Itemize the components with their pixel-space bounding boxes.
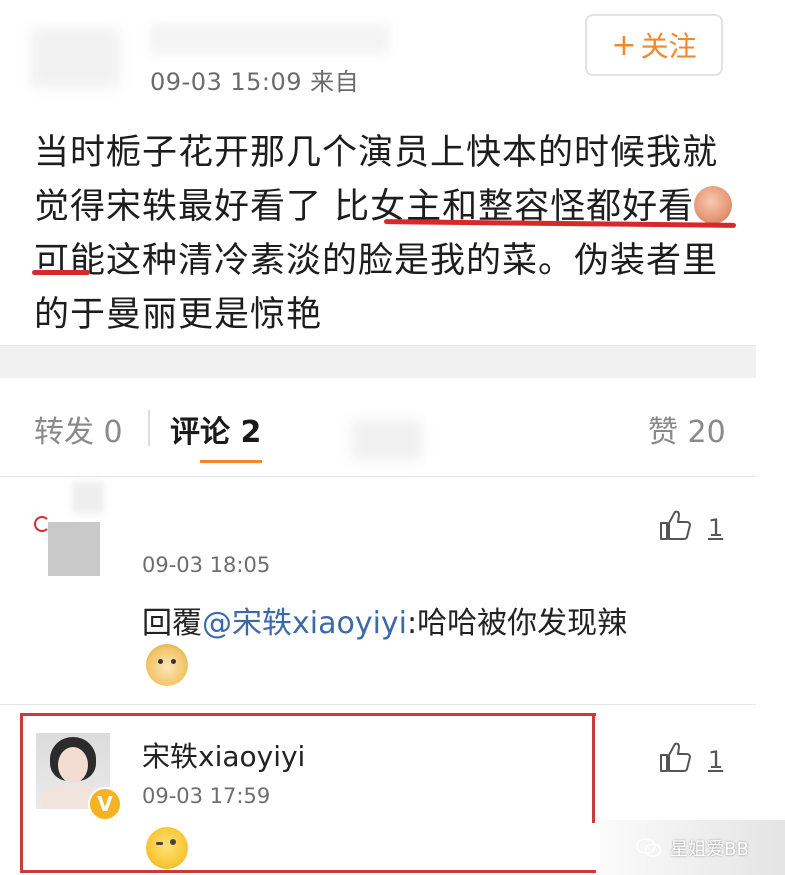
post-text: 当时栀子花开那几个演员上快本的时候我就觉得宋轶最好看了 比女主和整容怪都好看可能… — [34, 126, 734, 342]
red-underline-mark — [32, 270, 90, 275]
tab-separator — [148, 410, 150, 446]
watermark: 星姐爱BB — [600, 820, 785, 875]
watermark-text: 星姐爱BB — [670, 838, 749, 860]
like-count[interactable]: 1 — [708, 514, 723, 542]
tab-repost[interactable]: 转发 0 — [34, 407, 123, 451]
comment-time: 09-03 18:05 — [142, 553, 271, 577]
wink-emoji-icon — [146, 827, 188, 869]
highlight-box-edge — [592, 713, 595, 823]
tab-like[interactable]: 赞 20 — [648, 407, 726, 451]
commenter-name[interactable]: 宋轶xiaoyiyi — [142, 735, 305, 775]
comment-time: 09-03 17:59 — [142, 784, 271, 808]
blurred-area — [352, 420, 422, 460]
tab-comment[interactable]: 评论 2 — [170, 407, 261, 451]
blush-emoji-icon — [694, 186, 733, 224]
post-meta: 09-03 15:09 来自 — [150, 68, 360, 96]
divider — [0, 476, 756, 477]
section-divider — [0, 345, 756, 378]
reply-text: :哈哈被你发现辣 — [407, 606, 628, 641]
reply-prefix: 回覆 — [142, 606, 202, 641]
post-text-part1: 当时栀子花开那几个演员上快本的时候我就觉得宋轶最好看了 比女主和整容怪都好看 — [34, 133, 719, 227]
thumbs-up-icon[interactable] — [658, 740, 692, 774]
avatar-face — [58, 747, 88, 783]
plus-icon: + — [611, 27, 637, 63]
divider — [0, 704, 756, 705]
avatar[interactable] — [48, 522, 100, 576]
doge-emoji-icon — [146, 644, 188, 686]
active-tab-indicator — [200, 460, 262, 463]
mention-link[interactable]: @宋轶xiaoyiyi — [202, 606, 407, 641]
thumbs-up-icon[interactable] — [658, 508, 692, 542]
blurred-avatar — [30, 28, 120, 88]
follow-button[interactable]: + 关注 — [585, 14, 723, 76]
blurred-username — [150, 24, 390, 54]
verified-badge-icon: V — [88, 787, 122, 821]
wechat-icon — [636, 837, 662, 857]
follow-label: 关注 — [640, 30, 697, 63]
blurred-area — [72, 482, 104, 514]
post-text-part2: 可能这种清冷素淡的脸是我的菜。伪装者里的于曼丽更是惊艳 — [34, 241, 719, 335]
comment-text: 回覆@宋轶xiaoyiyi:哈哈被你发现辣 — [142, 598, 627, 642]
like-count[interactable]: 1 — [708, 746, 723, 774]
